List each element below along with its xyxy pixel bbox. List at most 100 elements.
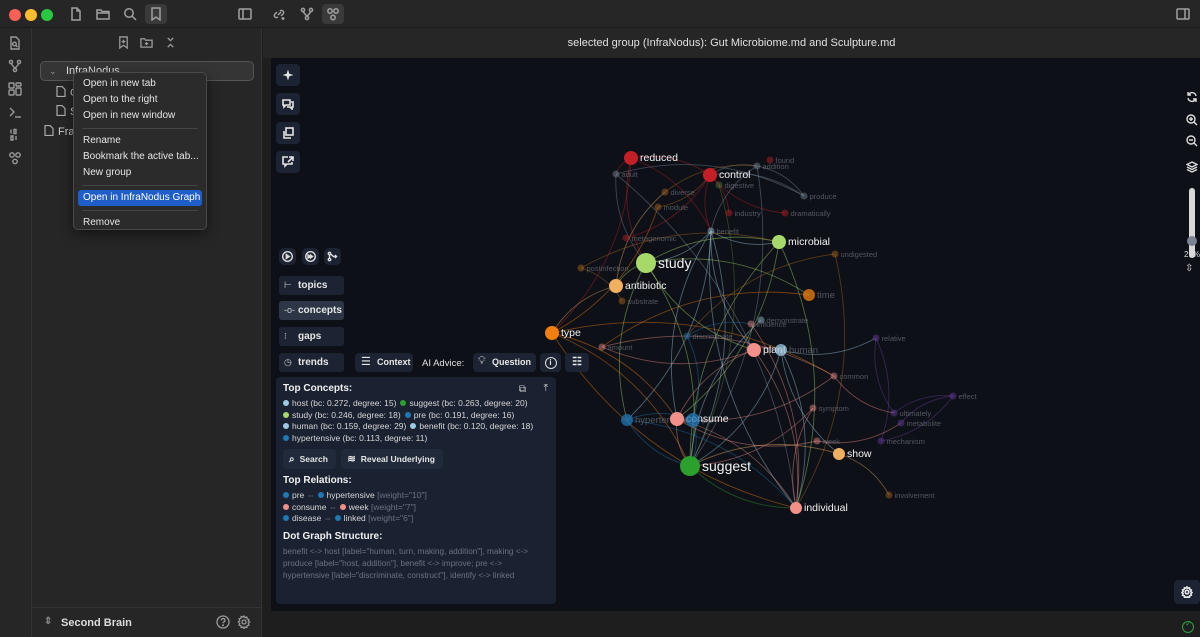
node-circle[interactable] xyxy=(885,491,893,499)
tab-trends[interactable]: ◷ trends xyxy=(279,353,344,372)
reveal-underlying-button[interactable]: ≋ Reveal Underlying xyxy=(341,449,443,469)
settings-icon[interactable] xyxy=(237,614,251,632)
help-icon[interactable] xyxy=(216,615,230,632)
node-circle[interactable] xyxy=(725,209,733,217)
node-circle[interactable] xyxy=(877,437,885,445)
node-circle[interactable] xyxy=(775,344,787,356)
concept-item[interactable]: suggest (bc: 0.263, degree: 20) xyxy=(400,398,528,408)
graph-node-metabolite[interactable]: metabolite xyxy=(897,419,942,428)
menu-item-open-new-window[interactable]: Open in new window xyxy=(78,108,202,124)
node-circle[interactable] xyxy=(670,412,684,426)
node-circle[interactable] xyxy=(715,181,723,189)
zoom-slider-track[interactable] xyxy=(1189,188,1195,258)
graph-node-industry[interactable]: industry xyxy=(725,209,762,218)
menu-item-open-right[interactable]: Open to the right xyxy=(78,92,202,108)
node-circle[interactable] xyxy=(813,437,821,445)
menu-item-new-group[interactable]: New group xyxy=(78,165,202,181)
node-circle[interactable] xyxy=(654,203,662,211)
zoom-in-icon[interactable] xyxy=(1186,113,1200,127)
sidebar-toggle-icon[interactable] xyxy=(234,4,256,24)
collapse-icon[interactable] xyxy=(164,36,180,52)
graph-icon[interactable] xyxy=(296,4,318,24)
node-circle[interactable] xyxy=(661,188,669,196)
search-icon[interactable] xyxy=(119,4,141,24)
graph-node-involvement[interactable]: involvement xyxy=(885,491,936,500)
sync-ok-icon[interactable]: ✓ xyxy=(1182,619,1194,633)
node-circle[interactable] xyxy=(686,413,700,427)
graph-node-mechanism[interactable]: mechanism xyxy=(877,437,925,446)
node-circle[interactable] xyxy=(545,326,559,340)
graph-node-effect[interactable]: effect xyxy=(949,392,978,401)
zoom-out-icon[interactable] xyxy=(1186,134,1200,148)
copy-icon[interactable]: ⧉ xyxy=(519,384,526,395)
refresh-icon[interactable] xyxy=(1186,90,1200,104)
node-circle[interactable] xyxy=(598,343,606,351)
bookmark-icon[interactable] xyxy=(145,4,167,24)
copy-button[interactable] xyxy=(276,122,300,144)
node-circle[interactable] xyxy=(618,297,626,305)
graph-settings-button[interactable] xyxy=(1174,580,1200,604)
maximize-window-button[interactable] xyxy=(41,9,53,21)
link-plus-icon[interactable] xyxy=(268,4,290,24)
node-circle[interactable] xyxy=(624,151,638,165)
node-circle[interactable] xyxy=(703,168,717,182)
node-circle[interactable] xyxy=(622,234,630,242)
graph-node-human[interactable]: human xyxy=(775,344,818,356)
new-folder-icon[interactable] xyxy=(140,36,156,52)
question-button[interactable]: 💡︎ Question xyxy=(473,353,536,372)
graph-node-week[interactable]: week xyxy=(813,437,841,446)
graph-node-module[interactable]: module xyxy=(654,203,689,212)
graph-node-dramatically[interactable]: dramatically xyxy=(781,209,831,218)
graph-node-antibiotic[interactable]: antibiotic xyxy=(609,279,666,293)
node-circle[interactable] xyxy=(790,502,802,514)
graph-node-produce[interactable]: produce xyxy=(800,192,837,201)
graph-node-suggest[interactable]: suggest xyxy=(680,456,751,476)
context-button[interactable]: ☰ Context xyxy=(355,353,413,372)
concept-item[interactable]: study (bc: 0.246, degree: 18) xyxy=(283,410,401,420)
node-circle[interactable] xyxy=(949,392,957,400)
fast-forward-button[interactable] xyxy=(302,248,319,265)
node-circle[interactable] xyxy=(621,414,633,426)
node-circle[interactable] xyxy=(609,279,623,293)
menu-item-open-new-tab[interactable]: Open in new tab xyxy=(78,76,202,92)
play-button[interactable] xyxy=(279,248,296,265)
graph-node-ultimately[interactable]: ultimately xyxy=(890,409,932,418)
menu-item-open-infranodus-graph[interactable]: Open in InfraNodus Graph xyxy=(78,190,202,206)
fit-icon[interactable]: ⇳ xyxy=(1185,263,1193,274)
graph-node-adult[interactable]: adult xyxy=(612,170,639,179)
relation-row[interactable]: consume ⇔ week [weight="7"] xyxy=(283,502,549,514)
graph-node-individual[interactable]: individual xyxy=(790,502,848,514)
graph-node-show[interactable]: show xyxy=(833,448,872,460)
graph-node-diverse[interactable]: diverse xyxy=(661,188,695,197)
node-circle[interactable] xyxy=(680,456,700,476)
list-button[interactable]: ☷ xyxy=(565,353,589,372)
binary-icon[interactable] xyxy=(8,128,24,144)
node-circle[interactable] xyxy=(577,264,585,272)
node-circle[interactable] xyxy=(612,170,620,178)
folder-icon[interactable] xyxy=(92,4,114,24)
graph-view-icon[interactable] xyxy=(8,59,24,75)
node-circle[interactable] xyxy=(897,419,905,427)
new-file-icon[interactable] xyxy=(65,4,87,24)
share-chat-button[interactable] xyxy=(276,151,300,173)
node-circle[interactable] xyxy=(890,409,898,417)
bookmark-root-file[interactable]: Fra xyxy=(44,124,75,138)
node-circle[interactable] xyxy=(747,343,761,357)
node-circle[interactable] xyxy=(636,253,656,273)
node-circle[interactable] xyxy=(833,448,845,460)
graph-node-addition[interactable]: addition xyxy=(753,162,789,171)
terminal-icon[interactable] xyxy=(8,105,24,121)
branch-button[interactable] xyxy=(324,248,341,265)
graph-node-substrate[interactable]: substrate xyxy=(618,297,659,306)
layers-icon[interactable] xyxy=(1185,160,1200,174)
right-sidebar-toggle-icon[interactable] xyxy=(1172,4,1194,24)
node-circle[interactable] xyxy=(772,235,786,249)
node-circle[interactable] xyxy=(872,334,880,342)
node-circle[interactable] xyxy=(747,320,755,328)
relation-row[interactable]: pre ⇔ hypertensive [weight="10"] xyxy=(283,490,549,502)
graph-node-microbial[interactable]: microbial xyxy=(772,235,830,249)
graph-node-common[interactable]: common xyxy=(830,372,869,381)
graph-node-amount[interactable]: amount xyxy=(598,343,634,352)
menu-item-rename[interactable]: Rename xyxy=(78,133,202,149)
graph-canvas[interactable]: reduced control found addition adult produce d… xyxy=(271,58,1200,611)
